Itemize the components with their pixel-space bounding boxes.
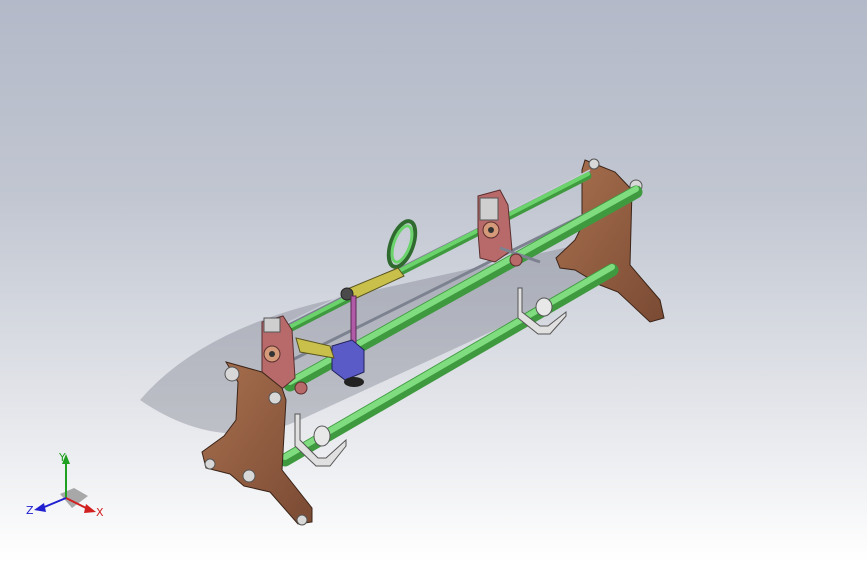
- orientation-triad: Y X Z: [26, 451, 104, 519]
- y-axis-label: Y: [58, 451, 66, 464]
- z-axis-line: [41, 497, 67, 509]
- assembly-model[interactable]: [0, 0, 867, 562]
- z-axis-label: Z: [26, 504, 34, 517]
- x-axis-arrow: [84, 504, 96, 513]
- graphics-viewport[interactable]: Y X Z: [0, 0, 867, 562]
- z-axis-arrow: [34, 503, 46, 512]
- x-axis-label: X: [96, 506, 104, 519]
